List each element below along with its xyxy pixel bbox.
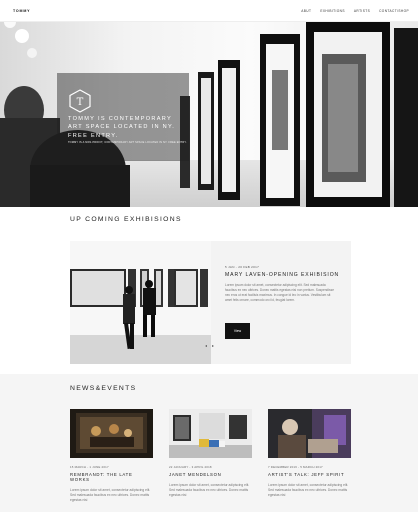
painting-photo [70, 409, 153, 458]
nav-link-about[interactable]: ABUT [301, 9, 311, 13]
news-title[interactable]: ARTIST'S TALK: JEFF SPIRIT [268, 472, 351, 477]
news-description: Lorem ipsum dolor sit amet, consectetur … [268, 483, 349, 497]
nav-link-artists[interactable]: ARTISTS [354, 9, 370, 13]
hexagon-letter: T [77, 97, 84, 108]
news-title[interactable]: JANET MENDELSON [169, 472, 252, 477]
hero-title: TOMMY IS CONTEMPORARY ART SPACE LOCATED … [68, 116, 176, 139]
news-date: 15 MARCH - 1 JUNE 2017 [70, 465, 109, 469]
news-image-artist-talk[interactable] [268, 409, 351, 458]
exhibition-title: MARY LAVEN-OPENING EXHIBISION [225, 272, 340, 278]
page: TOMMY ABUT EXHIBITIONS ARTISTS CONTACT/S… [0, 0, 418, 512]
news-description: Lorem ipsum dolor sit amet, consectetur … [169, 483, 250, 497]
artist-photo [268, 409, 351, 458]
gallery-visitors-photo [70, 241, 211, 364]
gallery-room-photo [169, 409, 252, 458]
hero-subtitle: TOMMY IS A NON-PROFIT, CONTEMPORARY ART … [68, 141, 187, 144]
news-section-title: NEWS&EVENTS [70, 385, 137, 392]
news-date: 7 DECEMBER 2016 - 5 MARCH 2017 [268, 465, 323, 469]
exhibition-description: Lorem ipsum dolor sit amet, consectetur … [225, 283, 334, 302]
news-card[interactable]: 22 JANUARY - 3 APRIL 2018 JANET MENDELSO… [169, 409, 252, 498]
news-image-janet[interactable] [169, 409, 252, 458]
hexagon-logo-icon: T [69, 89, 91, 113]
view-button[interactable]: View [225, 323, 250, 339]
exhibition-date: 5 JAN - 20 FEB 2017 [225, 265, 260, 269]
nav-link-contact-shop[interactable]: CONTACT/SHOP [379, 9, 409, 13]
nav-links: ABUT EXHIBITIONS ARTISTS CONTACT/SHOP [301, 9, 409, 13]
carousel-next-icon[interactable]: ▸ [212, 344, 214, 348]
upcoming-section-title: UP COMING EXHIBISIONS [70, 216, 182, 223]
news-description: Lorem ipsum dolor sit amet, consectetur … [70, 488, 151, 502]
nav-link-exhibitions[interactable]: EXHIBITIONS [320, 9, 345, 13]
news-card[interactable]: 15 MARCH - 1 JUNE 2017 REMBRANDT: THE LA… [70, 409, 153, 503]
site-logo[interactable]: TOMMY [13, 9, 30, 13]
news-title[interactable]: REMBRANDT: THE LATE WORKS [70, 472, 153, 482]
news-date: 22 JANUARY - 3 APRIL 2018 [169, 465, 212, 469]
news-card[interactable]: 7 DECEMBER 2016 - 5 MARCH 2017 ARTIST'S … [268, 409, 351, 498]
upcoming-exhibition-image [70, 241, 211, 364]
carousel-prev-icon[interactable]: ◂ [205, 344, 207, 348]
news-image-rembrandt[interactable] [70, 409, 153, 458]
top-navigation: TOMMY ABUT EXHIBITIONS ARTISTS CONTACT/S… [0, 0, 418, 22]
